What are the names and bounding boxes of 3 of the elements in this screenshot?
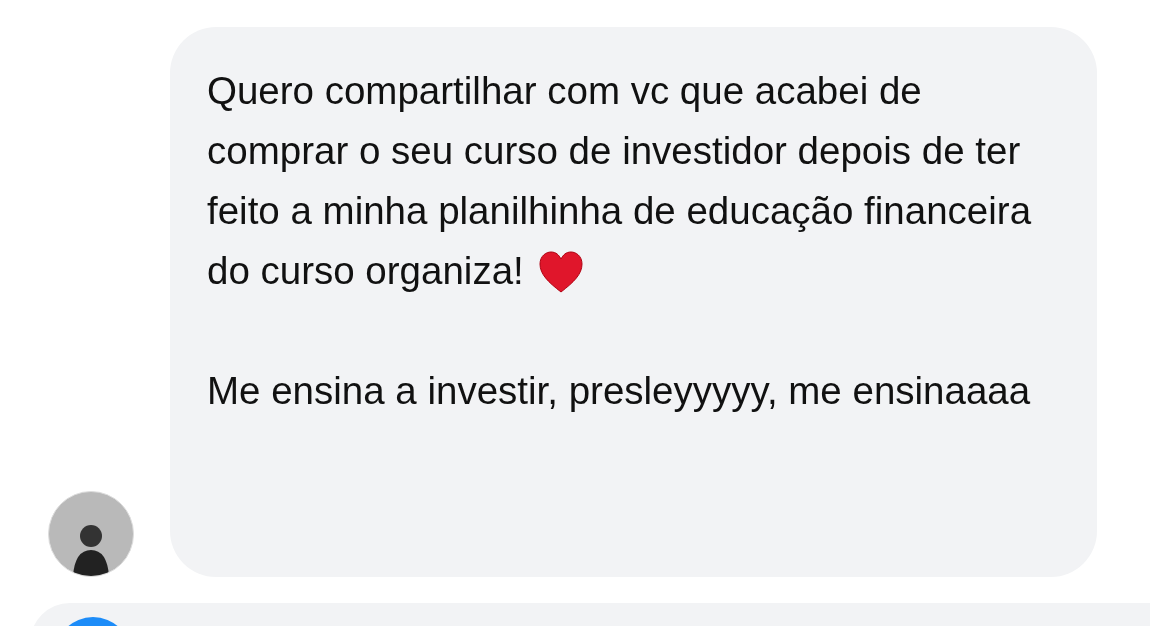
heart-icon [537, 250, 584, 294]
message-text: Me ensina a investir, presleyyyyy, me ensinaaaa [207, 368, 1032, 414]
message-text: Quero compartilhar com vc que acabei de comprar o seu curso de investidor depois de ter feito a minha planilhinha de educação financeira do curso organiza! [207, 68, 1033, 296]
